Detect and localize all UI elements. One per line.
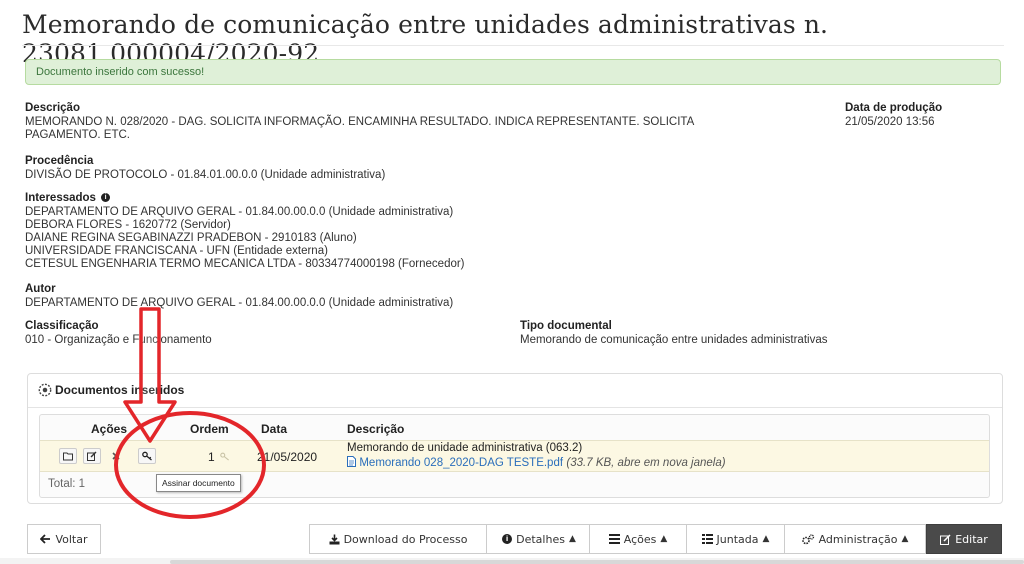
- col-header-data: Data: [261, 422, 288, 436]
- interessado-item: DAIANE REGINA SEGABINAZZI PRADEBON - 291…: [25, 232, 357, 244]
- remove-button[interactable]: [107, 448, 125, 464]
- info-icon: i: [502, 534, 513, 544]
- procedencia-value: DIVISÃO DE PROTOCOLO - 01.84.01.00.0.0 (…: [25, 169, 386, 181]
- details-button-label: Detalhes: [516, 532, 565, 546]
- panel-title-text: Documentos inseridos: [55, 383, 185, 397]
- caret-up-icon: ▲: [568, 534, 576, 544]
- key-icon: [220, 452, 229, 461]
- info-icon[interactable]: i: [101, 193, 111, 203]
- file-meta: (33.7 KB, abre em nova janela): [566, 457, 726, 469]
- panel-divider: [28, 407, 1002, 408]
- edit-icon: [87, 451, 97, 461]
- tipo-documental-value: Memorando de comunicação entre unidades …: [520, 334, 828, 346]
- juntada-button[interactable]: Juntada ▲: [686, 524, 785, 554]
- row-file: Memorando 028_2020-DAG TESTE.pdf (33.7 K…: [347, 455, 726, 469]
- interessado-item: UNIVERSIDADE FRANCISCANA - UFN (Entidade…: [25, 245, 328, 257]
- col-header-ordem: Ordem: [190, 422, 229, 436]
- key-icon: [141, 451, 152, 461]
- actions-button-label: Ações: [623, 532, 657, 546]
- data-producao-value: 21/05/2020 13:56: [845, 116, 935, 128]
- sign-document-button[interactable]: [138, 448, 156, 464]
- back-button[interactable]: Voltar: [27, 524, 101, 554]
- classificacao-value: 010 - Organização e Funcionamento: [25, 334, 212, 346]
- close-icon: [112, 452, 120, 460]
- juntada-button-label: Juntada: [716, 532, 759, 546]
- download-button[interactable]: Download do Processo: [309, 524, 487, 554]
- descricao-line-2: PAGAMENTO. ETC.: [25, 129, 131, 141]
- administration-button-label: Administração: [818, 532, 898, 546]
- pencil-icon: [940, 533, 951, 545]
- interessado-item: DEBORA FLORES - 1620772 (Servidor): [25, 219, 231, 231]
- list-icon: [608, 534, 620, 544]
- success-alert: Documento inserido com sucesso!: [25, 59, 1001, 85]
- row-ordem: 1: [208, 450, 215, 464]
- interessados-label: Interessados i: [25, 192, 111, 204]
- gear-icon: [38, 383, 52, 397]
- row-descricao: Memorando de unidade administrativa (063…: [347, 442, 583, 454]
- download-button-label: Download do Processo: [343, 532, 468, 546]
- caret-up-icon: ▲: [660, 534, 668, 544]
- title-divider: [22, 45, 1004, 46]
- file-pdf-icon: [347, 456, 356, 467]
- autor-value: DEPARTAMENTO DE ARQUIVO GERAL - 01.84.00…: [25, 297, 454, 309]
- arrow-left-icon: [40, 534, 51, 544]
- back-button-label: Voltar: [55, 532, 88, 546]
- horizontal-scrollbar-thumb[interactable]: [170, 560, 1024, 564]
- sign-document-tooltip: Assinar documento: [156, 474, 241, 492]
- descricao-label: Descrição: [25, 102, 80, 114]
- file-link[interactable]: Memorando 028_2020-DAG TESTE.pdf: [359, 457, 563, 469]
- col-header-descricao: Descrição: [347, 422, 405, 436]
- data-producao-label: Data de produção: [845, 102, 943, 114]
- list-icon: [701, 534, 713, 544]
- interessados-label-text: Interessados: [25, 192, 96, 204]
- col-header-acoes: Ações: [91, 422, 128, 436]
- panel-title: Documentos inseridos: [38, 383, 184, 397]
- cogs-icon: [801, 533, 814, 544]
- folder-open-icon: [62, 452, 73, 460]
- procedencia-label: Procedência: [25, 155, 94, 167]
- download-icon: [329, 534, 340, 544]
- caret-up-icon: ▲: [901, 534, 909, 544]
- open-button[interactable]: [59, 448, 77, 464]
- edit-process-button[interactable]: Editar: [926, 524, 1002, 554]
- edit-button[interactable]: [83, 448, 101, 464]
- classificacao-label: Classificação: [25, 320, 99, 332]
- caret-up-icon: ▲: [762, 534, 770, 544]
- administration-button[interactable]: Administração ▲: [784, 524, 926, 554]
- details-button[interactable]: i Detalhes ▲: [486, 524, 590, 554]
- autor-label: Autor: [25, 283, 56, 295]
- interessado-item: DEPARTAMENTO DE ARQUIVO GERAL - 01.84.00…: [25, 206, 454, 218]
- table-total: Total: 1: [48, 478, 86, 490]
- descricao-line-1: MEMORANDO N. 028/2020 - DAG. SOLICITA IN…: [25, 116, 695, 128]
- row-data: 21/05/2020: [257, 450, 318, 464]
- alert-text: Documento inserido com sucesso!: [36, 66, 205, 78]
- actions-button[interactable]: Ações ▲: [589, 524, 687, 554]
- tipo-documental-label: Tipo documental: [520, 320, 612, 332]
- edit-process-button-label: Editar: [955, 532, 988, 546]
- interessado-item: CETESUL ENGENHARIA TERMO MECANICA LTDA -…: [25, 258, 465, 270]
